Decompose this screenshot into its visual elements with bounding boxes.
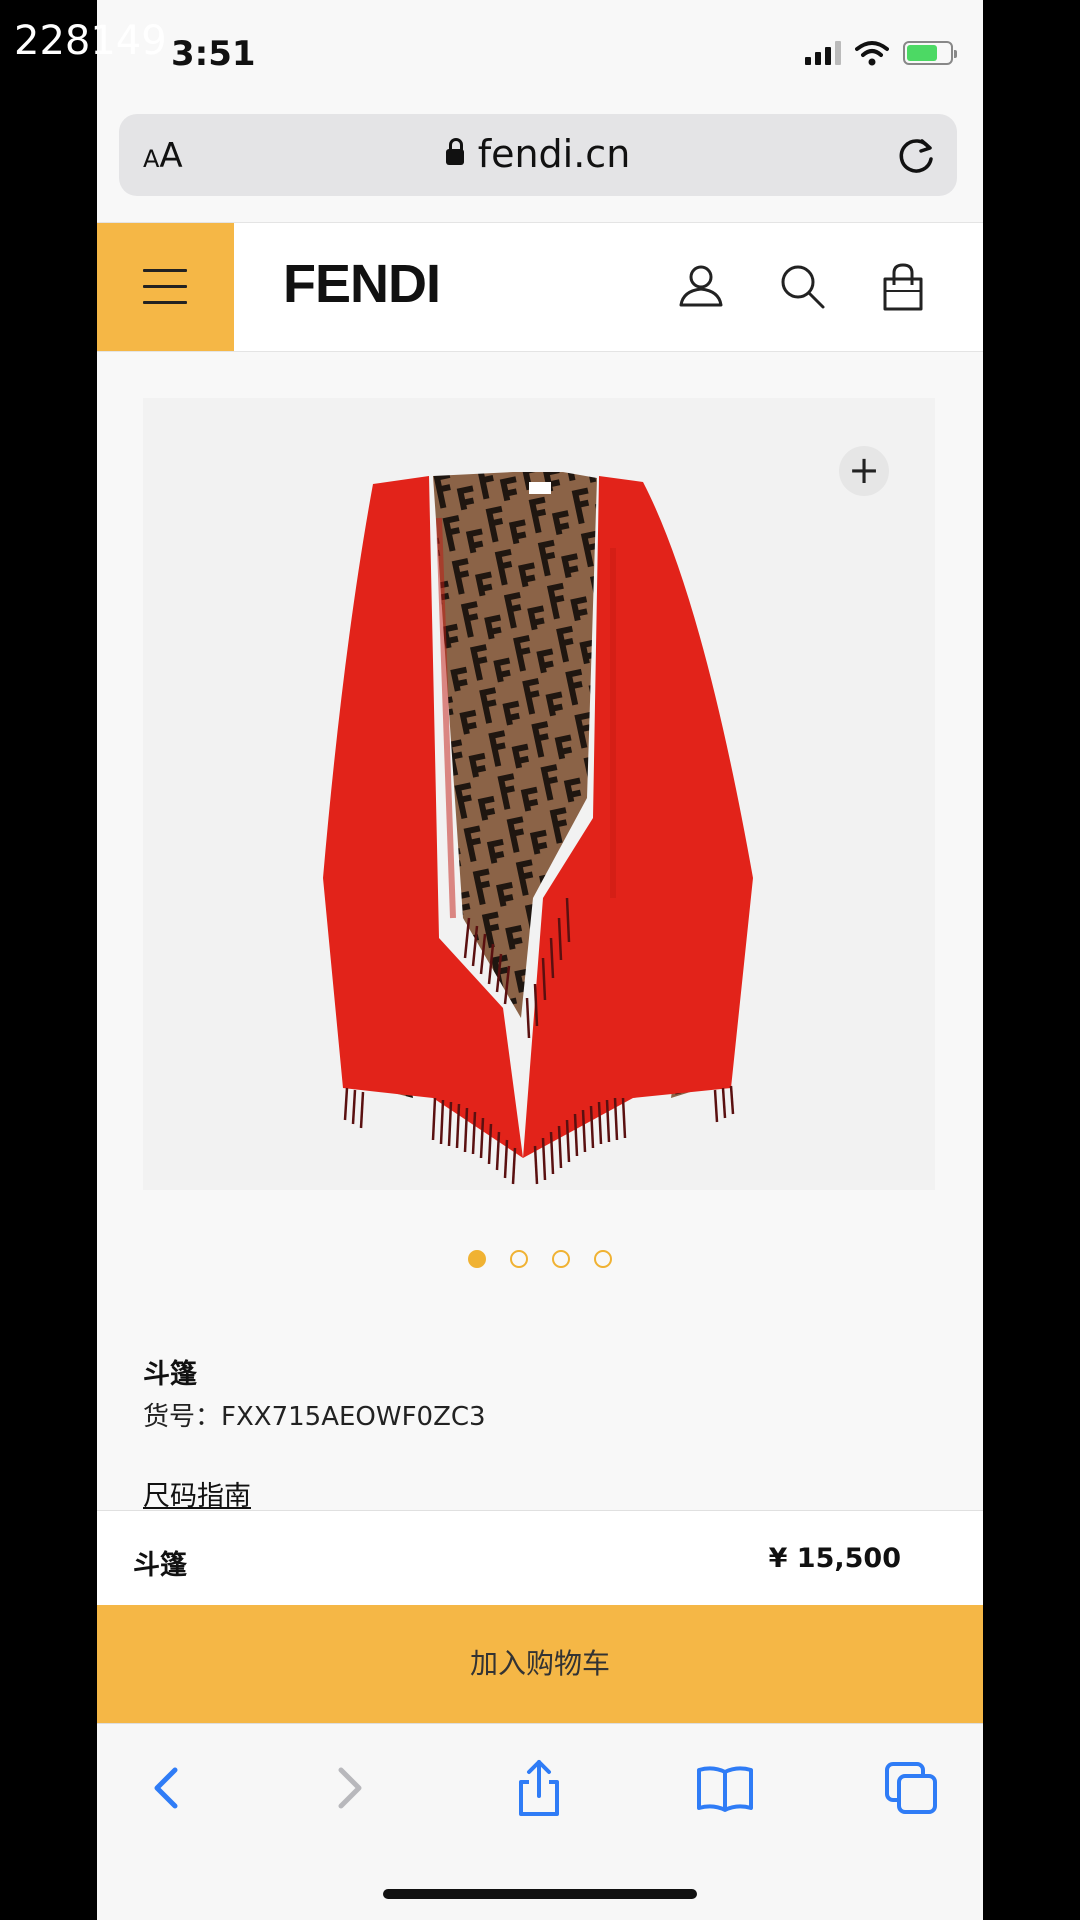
menu-icon xyxy=(143,269,187,305)
url-text: fendi.cn xyxy=(477,132,631,176)
menu-button[interactable] xyxy=(97,223,234,351)
phone-screen: 3:51 AA fendi.cn FENDI + 斗篷 货号：FXX715AEO… xyxy=(97,0,983,1920)
search-icon[interactable] xyxy=(775,259,831,315)
bookmarks-icon[interactable] xyxy=(695,1758,755,1818)
product-image[interactable]: + xyxy=(143,398,935,1190)
shopping-bag-icon[interactable] xyxy=(875,259,931,315)
reload-icon[interactable] xyxy=(893,132,939,178)
back-icon[interactable] xyxy=(137,1758,197,1818)
wifi-icon xyxy=(855,41,889,66)
sticky-product-bar: 斗篷 ¥ 15,500 xyxy=(97,1510,983,1606)
carousel-dot-2[interactable] xyxy=(510,1250,528,1268)
status-time: 3:51 xyxy=(171,34,256,74)
zoom-button[interactable]: + xyxy=(839,446,889,496)
battery-icon xyxy=(903,41,957,65)
status-icons xyxy=(805,40,957,66)
cape-illustration xyxy=(323,472,753,1185)
user-icon[interactable] xyxy=(673,259,729,315)
lock-icon xyxy=(445,138,464,165)
address-bar[interactable]: AA fendi.cn xyxy=(119,114,957,196)
signal-icon xyxy=(805,41,841,65)
size-guide-link[interactable]: 尺码指南 xyxy=(143,1474,251,1513)
add-to-cart-button[interactable]: 加入购物车 xyxy=(97,1605,983,1723)
sticky-product-name: 斗篷 xyxy=(133,1550,187,1581)
carousel-dot-3[interactable] xyxy=(552,1250,570,1268)
browser-toolbar xyxy=(97,1723,983,1920)
forward-icon xyxy=(338,1767,362,1809)
fendi-logo[interactable]: FENDI xyxy=(283,253,441,315)
carousel-dots xyxy=(97,1250,983,1268)
home-indicator[interactable] xyxy=(383,1889,697,1899)
tabs-icon[interactable] xyxy=(881,1758,941,1818)
share-icon[interactable] xyxy=(509,1758,569,1818)
carousel-dot-4[interactable] xyxy=(594,1250,612,1268)
site-header: FENDI xyxy=(97,222,983,352)
status-bar: 3:51 xyxy=(97,0,983,110)
product-price: ¥ 15,500 xyxy=(768,1543,901,1574)
product-name: 斗篷 xyxy=(143,1359,197,1390)
overlay-id-text: 228149 xyxy=(14,18,167,64)
product-sku: 货号：FXX715AEOWF0ZC3 xyxy=(143,1402,486,1432)
url-display[interactable]: fendi.cn xyxy=(119,132,957,176)
carousel-dot-1[interactable] xyxy=(468,1250,486,1268)
